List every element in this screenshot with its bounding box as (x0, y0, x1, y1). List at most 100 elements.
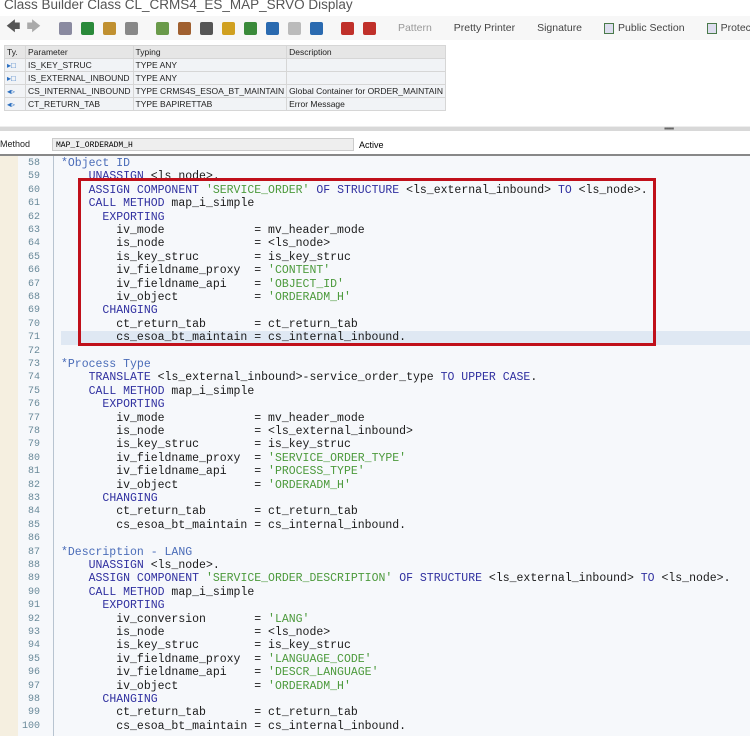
code-line[interactable]: 92 iv_conversion = 'LANG' (0, 613, 750, 626)
code-line[interactable]: 60 ASSIGN COMPONENT 'SERVICE_ORDER' OF S… (0, 184, 750, 197)
code-line[interactable]: 86 (0, 532, 750, 545)
table-row[interactable]: ▸□ IS_KEY_STRUC TYPE ANY (4, 58, 446, 72)
code-text: cs_esoa_bt_maintain = cs_internal_inboun… (61, 720, 750, 733)
code-text: ct_return_tab = ct_return_tab (61, 706, 750, 719)
code-line[interactable]: 77 iv_mode = mv_header_mode (0, 412, 750, 425)
code-token: iv_object = (61, 478, 269, 492)
column-header[interactable]: Parameter (25, 45, 134, 59)
line-number: 93 (27, 627, 40, 638)
code-line[interactable]: 90 CALL METHOD map_i_simple (0, 586, 750, 599)
code-line[interactable]: 61 CALL METHOD map_i_simple (0, 197, 750, 210)
string-literal: 'OBJECT_ID' (268, 277, 344, 291)
code-line[interactable]: 96 iv_fieldname_api = 'DESCR_LANGUAGE' (0, 666, 750, 679)
code-line[interactable]: 87 *Description - LANG (0, 546, 750, 559)
code-editor[interactable]: 58 *Object ID 59 UNASSIGN <ls_node>. 60 ASS… (0, 154, 750, 736)
code-line[interactable]: 65 is_key_struc = is_key_struc (0, 251, 750, 264)
protected-button[interactable]: Protected (706, 22, 750, 34)
external-breakpoint-icon[interactable] (362, 21, 376, 35)
code-line[interactable]: 67 iv_fieldname_api = 'OBJECT_ID' (0, 278, 750, 291)
code-token: iv_fieldname_api = (61, 277, 269, 291)
info-icon[interactable] (309, 21, 323, 35)
code-line[interactable]: 99 ct_return_tab = ct_return_tab (0, 706, 750, 719)
table-row[interactable]: ◂▹ CT_RETURN_TAB TYPE BAPIRETTAB Error Mess… (4, 97, 446, 111)
check-icon[interactable] (124, 21, 138, 35)
back-icon[interactable]: 🡄 (6, 16, 20, 40)
code-line[interactable]: 59 UNASSIGN <ls_node>. (0, 170, 750, 183)
method-name-field[interactable]: MAP_I_ORDERADM_H (52, 138, 354, 151)
code-line[interactable]: 75 CALL METHOD map_i_simple (0, 385, 750, 398)
code-line[interactable]: 93 is_node = <ls_node> (0, 626, 750, 639)
line-number: 91 (27, 600, 40, 612)
code-line[interactable]: 79 is_key_struc = is_key_struc (0, 438, 750, 451)
code-line[interactable]: 66 iv_fieldname_proxy = 'CONTENT' (0, 264, 750, 277)
code-text: iv_fieldname_proxy = 'SERVICE_ORDER_TYPE… (61, 452, 750, 465)
parameter-table: Ty. Parameter Typing Description ▸□ IS_KEY_S… (4, 45, 446, 111)
column-header[interactable]: Typing (132, 45, 288, 59)
code-line[interactable]: 98 CHANGING (0, 693, 750, 706)
signature-button[interactable]: Signature (537, 22, 582, 34)
string-literal: 'ORDERADM_H' (268, 478, 351, 492)
code-token: iv_fieldname_api = (61, 666, 269, 680)
line-number: 85 (27, 519, 40, 531)
line-number: 90 (27, 586, 40, 598)
test-icon[interactable] (177, 21, 191, 35)
code-line[interactable]: 74 TRANSLATE <ls_external_inbound>-servi… (0, 371, 750, 384)
code-line[interactable]: 82 iv_object = 'ORDERADM_H' (0, 479, 750, 492)
object-list-icon[interactable] (221, 21, 235, 35)
code-line[interactable]: 94 is_key_struc = is_key_struc (0, 639, 750, 652)
code-line[interactable]: 83 CHANGING (0, 492, 750, 505)
code-line[interactable]: 58 *Object ID (0, 157, 750, 170)
code-line[interactable]: 64 is_node = <ls_node> (0, 237, 750, 250)
code-line[interactable]: 62 EXPORTING (0, 211, 750, 224)
line-number: 66 (27, 265, 40, 277)
code-line[interactable]: 84 ct_return_tab = ct_return_tab (0, 505, 750, 518)
code-line[interactable]: 81 iv_fieldname_api = 'PROCESS_TYPE' (0, 465, 750, 478)
splitter-grip-icon[interactable]: ▪▪▪▪▪ (664, 124, 674, 133)
column-header[interactable]: Description (286, 45, 446, 59)
code-line[interactable]: 73 *Process Type (0, 358, 750, 371)
splitter[interactable] (0, 126, 750, 131)
table-row[interactable]: ◂▹ CS_INTERNAL_INBOUND TYPE CRMS4S_ESOA_BT… (4, 84, 446, 98)
pattern-button[interactable]: Pattern (398, 22, 432, 34)
code-line[interactable]: 78 is_node = <ls_external_inbound> (0, 425, 750, 438)
code-token: <ls_node>. (143, 559, 220, 572)
code-text: is_node = <ls_external_inbound> (61, 425, 750, 438)
forward-icon[interactable]: 🡆 (26, 16, 40, 40)
code-line[interactable]: 63 iv_mode = mv_header_mode (0, 224, 750, 237)
code-line[interactable]: 70 ct_return_tab = ct_return_tab (0, 318, 750, 331)
code-line[interactable]: 95 iv_fieldname_proxy = 'LANGUAGE_CODE' (0, 653, 750, 666)
line-number: 65 (27, 251, 40, 263)
line-number: 95 (27, 653, 40, 665)
column-header[interactable]: Ty. (4, 45, 26, 59)
activate-icon[interactable] (155, 21, 169, 35)
line-number: 72 (27, 345, 40, 357)
comment: *Object ID (61, 157, 131, 170)
display-change-icon[interactable] (80, 21, 94, 35)
code-line[interactable]: 80 iv_fieldname_proxy = 'SERVICE_ORDER_T… (0, 452, 750, 465)
code-line[interactable]: 69 CHANGING (0, 304, 750, 317)
code-line[interactable]: 89 ASSIGN COMPONENT 'SERVICE_ORDER_DESCR… (0, 572, 750, 585)
code-line[interactable]: 76 EXPORTING (0, 398, 750, 411)
code-line[interactable]: 97 iv_object = 'ORDERADM_H' (0, 680, 750, 693)
code-token: is_node = <ls_external_inbound> (61, 425, 413, 438)
active-inactive-icon[interactable] (102, 21, 116, 35)
line-number: 61 (27, 198, 40, 210)
breakpoint-icon[interactable] (340, 21, 354, 35)
code-line[interactable]: 100 cs_esoa_bt_maintain = cs_internal_in… (0, 720, 750, 733)
other-object-icon[interactable] (58, 21, 72, 35)
code-line[interactable]: 72 (0, 345, 750, 358)
public-section-button[interactable]: Public Section (604, 22, 685, 34)
code-line[interactable]: 68 iv_object = 'ORDERADM_H' (0, 291, 750, 304)
code-line[interactable]: 88 UNASSIGN <ls_node>. (0, 559, 750, 572)
code-text: iv_fieldname_api = 'OBJECT_ID' (61, 278, 750, 291)
line-number: 70 (27, 318, 40, 330)
code-line[interactable]: 85 cs_esoa_bt_maintain = cs_internal_inb… (0, 519, 750, 532)
hierarchy-icon[interactable] (243, 21, 257, 35)
navigation-icon[interactable] (265, 21, 279, 35)
code-line[interactable]: 71 cs_esoa_bt_maintain = cs_internal_inb… (0, 331, 750, 345)
pretty-printer-button[interactable]: Pretty Printer (454, 22, 515, 34)
table-row[interactable]: ▸□ IS_EXTERNAL_INBOUND TYPE ANY (4, 71, 446, 85)
code-line[interactable]: 91 EXPORTING (0, 599, 750, 612)
fullscreen-icon[interactable] (287, 21, 301, 35)
where-used-icon[interactable] (199, 21, 213, 35)
